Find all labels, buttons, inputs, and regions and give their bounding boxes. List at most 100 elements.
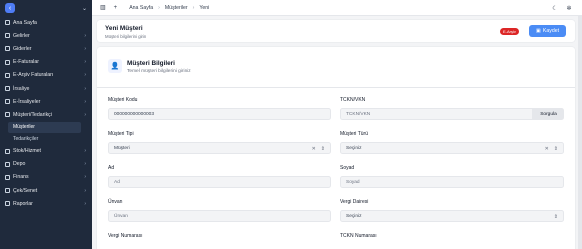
- sidebar-item-content: E-İrsaliyeler: [5, 99, 40, 105]
- chevron-updown-icon[interactable]: ⌄: [82, 5, 87, 12]
- menu-icon: [5, 201, 10, 207]
- sidebar-item[interactable]: Gelirler ›: [0, 29, 92, 42]
- tax-office-label: Vergi Dairesi: [340, 199, 369, 205]
- chevron-right-icon: ›: [192, 4, 195, 11]
- customer-type-label: Müşteri Tipi: [108, 131, 134, 137]
- sidebar-subitem[interactable]: Tedarikçiler: [0, 133, 92, 145]
- sidebar-item[interactable]: İrsaliye ›: [0, 82, 92, 95]
- last-name-placeholder: Soyad: [346, 179, 360, 185]
- back-icon[interactable]: ‹: [5, 3, 15, 13]
- chevron-right-icon: ›: [84, 111, 86, 118]
- tckn-number-label: TCKN Numarası: [340, 233, 377, 239]
- tax-number-label: Vergi Numarası: [108, 233, 143, 239]
- chevron-right-icon: ›: [84, 174, 86, 181]
- chevron-right-icon: ›: [158, 4, 160, 11]
- customer-kind-select[interactable]: Seçiniz ✕ ⇕: [340, 142, 564, 154]
- sidebar-item-label: Ana Sayfa: [13, 19, 37, 26]
- sidebar-item[interactable]: Çek/Senet ›: [0, 184, 92, 197]
- sorgula-button[interactable]: Sorgula: [533, 108, 564, 120]
- menu-icon: [5, 33, 10, 39]
- chevron-right-icon: ›: [84, 85, 86, 92]
- chevron-updown-icon: ⇕: [553, 214, 558, 220]
- menu-icon: [5, 86, 10, 92]
- sidebar-item-content: Ana Sayfa: [5, 20, 37, 26]
- sidebar-item-label: E-İrsaliyeler: [13, 98, 41, 105]
- first-name-input[interactable]: Ad: [108, 176, 331, 188]
- customer-code-value: 000000000000003: [114, 111, 155, 117]
- sidebar-item-label: E-Arşiv Faturaları: [13, 72, 54, 79]
- moon-icon[interactable]: ☾: [550, 3, 560, 13]
- sidebar: ‹ ⌄ Ana Sayfa Gelirler › Giderler › E-Fatural…: [0, 0, 92, 249]
- tax-office-value: Seçiniz: [346, 213, 362, 219]
- sidebar-item-label: E-Faturalar: [13, 59, 39, 66]
- menu-icon: [5, 59, 10, 65]
- customer-type-select[interactable]: Müşteri ✕ ⇕: [108, 142, 331, 154]
- clear-icon[interactable]: ✕: [545, 146, 549, 152]
- sidebar-item[interactable]: E-Arşiv Faturaları ›: [0, 69, 92, 82]
- chevron-right-icon: ›: [84, 187, 86, 194]
- user-icon: 👤: [108, 59, 122, 73]
- tckn-vkn-input[interactable]: TCKN/VKN: [340, 108, 533, 120]
- gear-icon[interactable]: ✲: [564, 3, 574, 13]
- menu-icon: [5, 148, 10, 154]
- sidebar-item[interactable]: Raporlar ›: [0, 197, 92, 210]
- sidebar-item[interactable]: Depo ›: [0, 158, 92, 171]
- breadcrumb-item[interactable]: Ana Sayfa: [129, 5, 153, 11]
- sidebar-item-label: Gelirler: [13, 32, 30, 39]
- sidebar-item-content: Gelirler: [5, 33, 30, 39]
- last-name-input[interactable]: Soyad: [340, 176, 564, 188]
- sidebar-item[interactable]: Ana Sayfa: [0, 16, 92, 29]
- sidebar-item[interactable]: Stok/Hizmet ›: [0, 145, 92, 158]
- sidebar-item-label: İrsaliye: [13, 85, 30, 92]
- sidebar-subitem[interactable]: Müşteriler: [8, 121, 81, 133]
- card-subtitle: Temel müşteri bilgilerini giriniz: [127, 69, 191, 74]
- tax-office-select[interactable]: Seçiniz ⇕: [340, 210, 564, 222]
- breadcrumb-item[interactable]: Müşteriler: [165, 5, 188, 11]
- save-button-label: Kaydet: [542, 28, 560, 34]
- sidebar-item-label: Raporlar: [13, 200, 33, 207]
- menu-icon: [5, 112, 10, 118]
- sidebar-item-content: Müşteri/Tedarikçi: [5, 112, 52, 118]
- card-title: Müşteri Bilgileri: [127, 60, 175, 67]
- first-name-placeholder: Ad: [114, 179, 120, 185]
- sidebar-item-content: Giderler: [5, 46, 31, 52]
- customer-code-label: Müşteri Kodu: [108, 97, 138, 103]
- panel-toggle-icon[interactable]: ▥: [100, 4, 106, 11]
- menu-icon: [5, 161, 10, 167]
- chevron-right-icon: ›: [84, 148, 86, 155]
- sidebar-item[interactable]: E-İrsaliyeler ›: [0, 95, 92, 108]
- page-title: Yeni Müşteri: [105, 25, 143, 32]
- sidebar-item[interactable]: E-Faturalar ›: [0, 56, 92, 69]
- breadcrumb-item: Yeni: [199, 4, 210, 11]
- chevron-right-icon: ›: [84, 200, 86, 207]
- plus-icon[interactable]: +: [114, 5, 118, 11]
- customer-code-field[interactable]: 000000000000003: [108, 108, 331, 120]
- sidebar-item-content: İrsaliye: [5, 86, 29, 92]
- scrollbar-track[interactable]: [578, 16, 582, 249]
- tckn-vkn-placeholder: TCKN/VKN: [346, 111, 371, 117]
- sidebar-item-label: Giderler: [13, 45, 32, 52]
- menu-icon: [5, 99, 10, 105]
- last-name-label: Soyad: [340, 165, 355, 171]
- sidebar-item-content: E-Arşiv Faturaları: [5, 72, 53, 78]
- save-button[interactable]: ▣ Kaydet: [529, 25, 566, 37]
- clear-icon[interactable]: ✕: [312, 146, 316, 152]
- chevron-right-icon: ›: [84, 72, 86, 79]
- tckn-vkn-label: TCKN/VKN: [340, 97, 366, 103]
- sidebar-item[interactable]: Müşteri/Tedarikçi ›: [0, 108, 92, 121]
- sidebar-item-content: Raporlar: [5, 201, 33, 207]
- sidebar-item-label: Finans: [13, 174, 29, 181]
- sidebar-item-content: Depo: [5, 161, 25, 167]
- title-label: Ünvan: [108, 199, 123, 205]
- sidebar-header: ‹ ⌄: [0, 0, 92, 16]
- title-input[interactable]: Ünvan: [108, 210, 331, 222]
- sidebar-item-label: Çek/Senet: [13, 187, 38, 194]
- chevron-right-icon: ›: [84, 98, 86, 105]
- save-icon: ▣: [535, 28, 541, 34]
- menu-icon: [5, 188, 10, 194]
- topbar: ▥ + Ana Sayfa › Müşteriler › Yeni ☾ ✲: [92, 0, 582, 16]
- customer-info-card: 👤 Müşteri Bilgileri Temel müşteri bilgil…: [97, 47, 575, 249]
- sidebar-item[interactable]: Giderler ›: [0, 42, 92, 55]
- sidebar-item[interactable]: Finans ›: [0, 171, 92, 184]
- customer-kind-value: Seçiniz: [346, 145, 362, 151]
